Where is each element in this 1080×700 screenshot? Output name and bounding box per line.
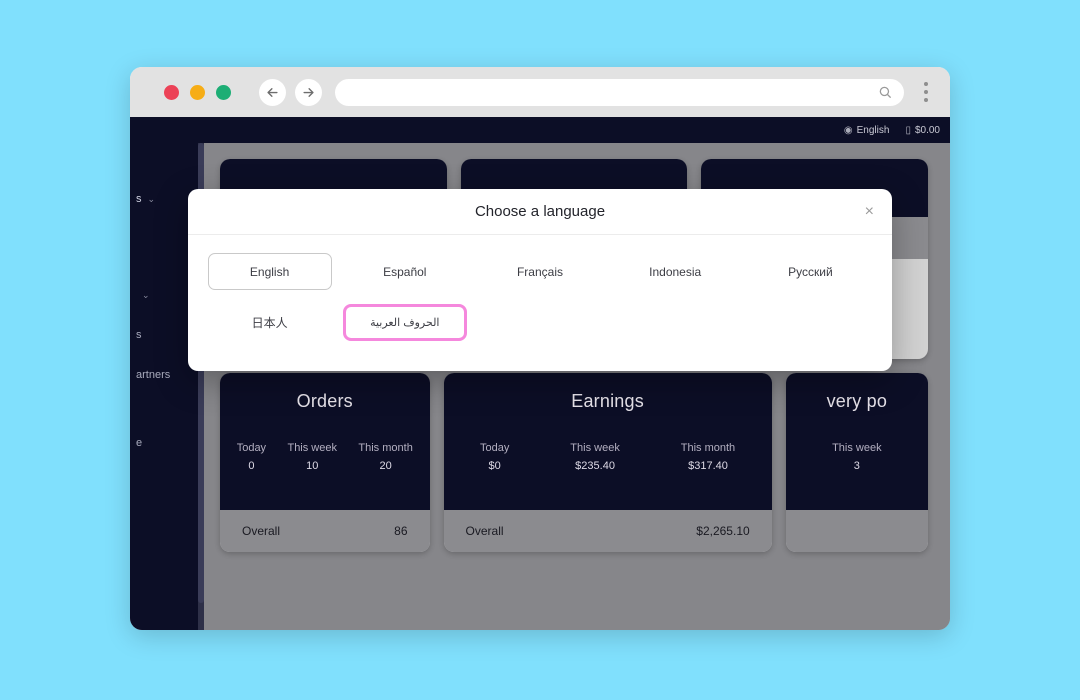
earnings-card: Earnings Today $0 This week $235.40 This… bbox=[443, 373, 772, 552]
metric-this-month: This month $317.40 bbox=[681, 442, 735, 472]
language-cell: Français bbox=[472, 253, 607, 290]
metric-today: Today 0 bbox=[237, 442, 266, 472]
app-top-bar-actions: ◉ English ▯ $0.00 bbox=[844, 117, 940, 143]
metric-this-month: This month 20 bbox=[358, 442, 412, 472]
earnings-metrics: Today $0 This week $235.40 This month $3… bbox=[444, 442, 772, 472]
language-switcher[interactable]: ◉ English bbox=[844, 125, 890, 136]
metric-label: This week bbox=[832, 442, 882, 454]
orders-card-title: Orders bbox=[296, 391, 353, 411]
metric-this-week: This week $235.40 bbox=[570, 442, 620, 472]
earnings-card-footer: Overall $2,265.10 bbox=[443, 510, 772, 552]
sidebar-item-label: s bbox=[136, 193, 142, 205]
chevron-down-icon: ⌄ bbox=[147, 193, 156, 204]
sidebar-item-label: artners bbox=[136, 369, 171, 381]
orders-metrics: Today 0 This week 10 This month 20 bbox=[220, 442, 430, 472]
metric-this-week: This week 10 bbox=[287, 442, 337, 472]
orders-card-body: Orders Today 0 This week 10 This month 2… bbox=[220, 373, 430, 510]
metric-today: Today $0 bbox=[480, 442, 509, 472]
address-bar[interactable] bbox=[335, 78, 905, 106]
minimize-window-icon[interactable] bbox=[190, 84, 205, 100]
balance-label: $0.00 bbox=[914, 124, 940, 136]
stat-card-row-main: Orders Today 0 This week 10 This month 2… bbox=[220, 373, 928, 552]
metric-value: $317.40 bbox=[688, 460, 728, 472]
metric-this-week: This week 3 bbox=[832, 442, 882, 472]
arrow-left-icon bbox=[267, 87, 278, 97]
orders-card-footer: Overall 86 bbox=[220, 510, 430, 552]
metric-value: 20 bbox=[379, 460, 392, 472]
metric-label: Today bbox=[480, 442, 510, 454]
wallet-icon: ▯ bbox=[905, 124, 911, 136]
language-cell: Indonesia bbox=[608, 253, 743, 290]
language-option-japanese[interactable]: 日本人 bbox=[208, 304, 332, 341]
metric-label: This week bbox=[570, 442, 620, 454]
metric-label: This week bbox=[287, 442, 337, 454]
language-modal-body: English Español Français Indonesia Русск… bbox=[188, 235, 892, 371]
metric-value: 3 bbox=[853, 460, 860, 472]
page-viewport: ◉ English ▯ $0.00 s ⌄ ⌄ s artners e Orde… bbox=[130, 117, 950, 630]
delivery-card-body: very po This week 3 bbox=[785, 373, 928, 510]
orders-overall-label: Overall bbox=[242, 524, 281, 538]
earnings-overall-label: Overall bbox=[465, 524, 504, 538]
language-cell: الحروف العربية bbox=[337, 304, 472, 341]
maximize-window-icon[interactable] bbox=[216, 84, 231, 100]
globe-icon: ◉ bbox=[843, 124, 853, 136]
earnings-card-body: Earnings Today $0 This week $235.40 This… bbox=[443, 373, 772, 510]
arrow-right-icon bbox=[303, 87, 314, 97]
app-top-bar: ◉ English ▯ $0.00 bbox=[130, 117, 950, 143]
metric-value: $0 bbox=[488, 460, 501, 472]
language-cell: English bbox=[202, 253, 337, 290]
language-modal: Choose a language × English Español Fran… bbox=[188, 189, 892, 371]
browser-menu-button[interactable] bbox=[916, 77, 936, 107]
metric-value: $235.40 bbox=[575, 460, 615, 472]
earnings-card-title: Earnings bbox=[571, 391, 644, 411]
language-options-grid: English Español Français Indonesia Русск… bbox=[202, 253, 878, 341]
language-modal-title: Choose a language bbox=[474, 203, 606, 220]
orders-overall-value: 86 bbox=[394, 524, 408, 538]
back-button[interactable] bbox=[259, 78, 286, 106]
language-option-arabic[interactable]: الحروف العربية bbox=[342, 304, 467, 341]
kebab-dot bbox=[924, 98, 929, 102]
chevron-down-icon: ⌄ bbox=[142, 289, 150, 300]
delivery-metrics: This week 3 bbox=[786, 442, 928, 472]
kebab-dot bbox=[924, 82, 929, 86]
sidebar-item-label: s bbox=[136, 329, 142, 341]
close-window-icon[interactable] bbox=[164, 84, 179, 100]
close-icon[interactable]: × bbox=[861, 200, 878, 224]
metric-label: This month bbox=[680, 442, 736, 454]
navigation-buttons bbox=[259, 78, 322, 106]
language-cell: Español bbox=[337, 253, 472, 290]
delivery-card-title: very po bbox=[826, 391, 888, 411]
language-option-francais[interactable]: Français bbox=[478, 253, 602, 290]
sidebar-item-label: e bbox=[136, 437, 143, 449]
language-option-russian[interactable]: Русский bbox=[748, 253, 872, 290]
delivery-points-card: very po This week 3 bbox=[785, 373, 928, 552]
language-modal-header: Choose a language × bbox=[188, 189, 892, 235]
browser-chrome bbox=[130, 67, 950, 117]
language-option-indonesia[interactable]: Indonesia bbox=[613, 253, 737, 290]
language-cell: 日本人 bbox=[202, 304, 337, 341]
forward-button[interactable] bbox=[295, 78, 322, 106]
language-cell: Русский bbox=[743, 253, 878, 290]
metric-value: 0 bbox=[248, 460, 255, 472]
sidebar-item-4[interactable]: e bbox=[130, 423, 198, 463]
orders-card: Orders Today 0 This week 10 This month 2… bbox=[220, 373, 430, 552]
window-controls bbox=[164, 84, 231, 100]
language-option-espanol[interactable]: Español bbox=[343, 253, 467, 290]
delivery-card-footer bbox=[785, 510, 928, 552]
metric-label: Today bbox=[236, 442, 267, 454]
search-icon[interactable] bbox=[878, 85, 892, 99]
language-switcher-label: English bbox=[856, 124, 890, 136]
metric-value: 10 bbox=[306, 460, 319, 472]
kebab-dot bbox=[924, 90, 929, 94]
language-option-english[interactable]: English bbox=[207, 253, 332, 290]
browser-window: ◉ English ▯ $0.00 s ⌄ ⌄ s artners e Orde… bbox=[130, 67, 950, 630]
earnings-overall-value: $2,265.10 bbox=[696, 524, 750, 538]
metric-label: This month bbox=[358, 442, 413, 454]
balance-indicator[interactable]: ▯ $0.00 bbox=[905, 125, 940, 136]
